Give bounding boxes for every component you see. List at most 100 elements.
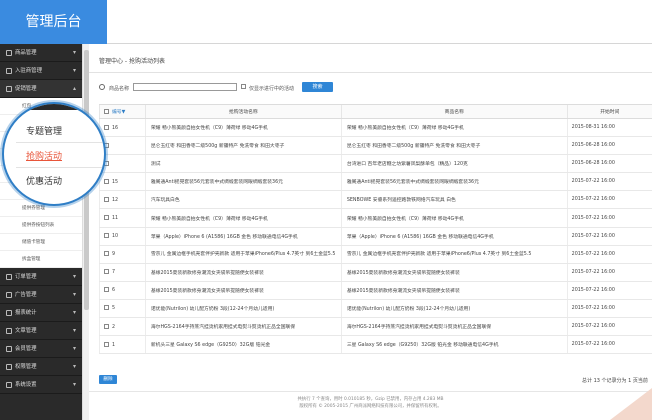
sidebar-item-1[interactable]: 入驻商管理 ▾	[0, 62, 82, 80]
cell-activity-name[interactable]: 苹果（Apple）iPhone 6 (A1586) 16GB 金色 移动联通电信…	[144, 227, 342, 246]
cell-start-time: 2015-06-28 16:00	[566, 136, 652, 156]
cell-activity-name[interactable]: 荣耀 畅小熊美颜自拍女性机（C9）薄荷绿 移动4G手机	[144, 208, 342, 228]
table-row[interactable]: 6 基缘2015夏装新款修身潮流女夹袋吊提随便女装裤装 基缘2015夏装新款修身潮流…	[99, 281, 652, 300]
row-checkbox[interactable]	[104, 251, 109, 257]
cell-start-time: 2015-06-28 16:00	[566, 154, 652, 174]
cell-activity-name[interactable]: 诺优能(Nutrilon) 幼儿配方奶粉 3段(12-24个月幼儿适用)	[144, 299, 342, 319]
lock-icon	[6, 363, 12, 370]
logo[interactable]: 管理后台	[0, 0, 107, 44]
submenu-item-9[interactable]: 拆盒管理	[0, 251, 82, 268]
pagination-info: 总计 13 个记录分为 1 页当前	[582, 378, 648, 384]
row-checkbox[interactable]	[104, 233, 109, 239]
table-row[interactable]: 9 雪京儿 金属边框手机壳套伴护壳新款 适用于苹果iPhone6/Plus 4.7…	[99, 245, 652, 264]
row-checkbox[interactable]	[104, 196, 109, 202]
sidebar-item-b5[interactable]: 权限管理 ▾	[0, 358, 82, 376]
in-progress-checkbox[interactable]	[241, 84, 246, 89]
row-checkbox[interactable]	[104, 178, 109, 184]
sidebar-item-b6[interactable]: 系统设置 ▾	[0, 376, 82, 394]
order-icon	[6, 273, 12, 280]
row-checkbox[interactable]	[104, 124, 109, 130]
sidebar-item-b2[interactable]: 报表统计 ▾	[0, 304, 82, 322]
cell-id: 7	[99, 263, 146, 282]
zoom-magnifier: 专题管理 抢购活动 优惠活动	[2, 102, 106, 206]
chevron-down-icon: ▾	[72, 327, 76, 334]
cell-activity-name[interactable]: 新机头三星 Galaxy S6 edge（G9250）32G版 铂光金	[144, 335, 342, 355]
row-checkbox[interactable]	[104, 287, 109, 293]
row-checkbox[interactable]	[104, 269, 109, 275]
table-row[interactable]: 5 诺优能(Nutrilon) 幼儿配方奶粉 3段(12-24个月幼儿适用) 诺优能…	[99, 299, 652, 319]
cell-activity-name[interactable]: 雪京儿 金属边框手机壳套伴护壳新款 适用于苹果iPhone6/Plus 4.7英…	[144, 245, 342, 264]
cell-activity-name[interactable]: 测试	[144, 154, 342, 174]
chevron-down-icon: ▾	[72, 381, 76, 388]
header-id[interactable]: 编号▼	[99, 104, 146, 119]
chevron-down-icon: ▾	[72, 273, 76, 280]
cell-product-name: 荣耀 畅小熊美颜自拍女性机（C9）薄荷绿 移动4G手机	[340, 208, 568, 228]
top-header: 管理后台	[0, 0, 652, 44]
sidebar-item-0[interactable]: 商品管理 ▾	[0, 44, 82, 62]
table-row[interactable]: 11 荣耀 畅小熊美颜自拍女性机（C9）薄荷绿 移动4G手机 荣耀 畅小熊美颜自拍女…	[99, 208, 652, 228]
cell-id: 5	[99, 299, 146, 319]
cell-id	[99, 154, 146, 174]
table-row[interactable]: 2 海尔HGS-2164手持蒸汽挂烫机家用挂式电熨斗熨烫机正品全国联保 海尔HGS-…	[99, 317, 652, 337]
cell-id: 2	[99, 317, 146, 337]
submenu-item-8[interactable]: 储值卡管理	[0, 234, 82, 251]
magnifier-item-flash-sale[interactable]: 抢购活动	[26, 149, 62, 162]
row-checkbox[interactable]	[104, 215, 109, 221]
table-row[interactable]: 测试 台湾进口 百年老店糖之坊紫薯凤梨酥单包（精品）120克 2015-06-28 …	[99, 154, 652, 174]
cell-activity-name[interactable]: 基缘2015夏装新款修身潮流女夹袋吊提随便女装裤装	[144, 281, 342, 300]
sidebar-item-label: 广告管理	[15, 292, 37, 298]
sidebar-item-2[interactable]: 促销管理 ▴	[0, 80, 82, 98]
cell-activity-name[interactable]: 荣耀 畅小熊美颜自拍女性机（C9）薄荷绿 移动4G手机	[144, 118, 342, 138]
cell-id: 6	[99, 281, 146, 300]
sidebar-item-label: 文章管理	[15, 328, 37, 334]
search-icon	[99, 84, 105, 90]
cell-start-time: 2015-07-22 16:00	[566, 190, 652, 210]
cell-id: 11	[99, 208, 146, 228]
table-row[interactable]: 1 新机头三星 Galaxy S6 edge（G9250）32G版 铂光金 三星 G…	[99, 335, 652, 355]
cell-product-name: SENBOWE 安睿系列遥控路敦铁网络汽车玩具 白色	[340, 190, 568, 210]
table-row[interactable]: 7 基缘2015夏装新款修身潮流女夹袋吊提随便女装裤装 基缘2015夏装新款修身潮流…	[99, 263, 652, 282]
cell-product-name: 诺优能(Nutrilon) 幼儿配方奶粉 3段(12-24个月幼儿适用)	[340, 299, 568, 319]
select-all-checkbox[interactable]	[104, 109, 109, 114]
cell-product-name: 台湾进口 百年老店糖之坊紫薯凤梨酥单包（精品）120克	[340, 154, 568, 174]
row-checkbox[interactable]	[104, 341, 109, 347]
cell-activity-name[interactable]: 雅阁通Anti摇晃套装56元套装中式绸缎套装网眼绸缎套装36元	[144, 172, 342, 192]
cell-product-name: 海尔HGS-2164手持蒸汽挂烫机家用挂式电熨斗熨烫机正品全国联保	[340, 317, 568, 337]
cell-activity-name[interactable]: 海尔HGS-2164手持蒸汽挂烫机家用挂式电熨斗熨烫机正品全国联保	[144, 317, 342, 337]
search-button[interactable]: 搜索	[302, 82, 333, 92]
sidebar: 商品管理▾入驻商管理▾促销管理▴红包专题管理抢购活动优惠活动积分积分兑换商品提供…	[0, 44, 82, 420]
cell-start-time: 2015-07-22 16:00	[566, 208, 652, 228]
sidebar-item-b4[interactable]: 会员管理 ▾	[0, 340, 82, 358]
sidebar-item-b0[interactable]: 订单管理 ▾	[0, 268, 82, 286]
row-checkbox[interactable]	[104, 305, 109, 311]
table-row[interactable]: 16 荣耀 畅小熊美颜自拍女性机（C9）薄荷绿 移动4G手机 荣耀 畅小熊美颜自拍女…	[99, 118, 652, 138]
table-row[interactable]: 15 雅阁通Anti摇晃套装56元套装中式绸缎套装网眼绸缎套装36元 雅阁通Anti…	[99, 172, 652, 192]
sidebar-item-b1[interactable]: 广告管理 ▾	[0, 286, 82, 304]
chevron-down-icon: ▾	[72, 363, 76, 370]
header-activity-name[interactable]: 抢购活动名称	[144, 104, 342, 119]
magnifier-item-discount[interactable]: 优惠活动	[26, 174, 62, 187]
cell-activity-name[interactable]: 基缘2015夏装新款修身潮流女夹袋吊提随便女装裤装	[144, 263, 342, 282]
row-checkbox[interactable]	[104, 323, 109, 329]
sidebar-item-label: 入驻商管理	[15, 68, 42, 74]
sidebar-item-label: 会员管理	[15, 346, 37, 352]
delete-button[interactable]: 删除	[99, 375, 117, 384]
sidebar-scrollbar[interactable]	[82, 44, 89, 420]
sidebar-item-label: 系统设置	[15, 382, 37, 388]
sidebar-item-label: 报表统计	[15, 310, 37, 316]
ad-icon	[6, 291, 12, 298]
cell-activity-name[interactable]: 昆仑玉红枣 和田香枣二级500g 新疆特产 免洗零食 和田大枣子	[144, 136, 342, 156]
table-row[interactable]: 昆仑玉红枣 和田香枣二级500g 新疆特产 免洗零食 和田大枣子 昆仑玉红枣 和田…	[99, 136, 652, 156]
table-row[interactable]: 12 汽车玩具白色 SENBOWE 安睿系列遥控路敦铁网络汽车玩具 白色 2015-0…	[99, 190, 652, 210]
header-start-time[interactable]: 开始时间	[566, 104, 652, 119]
cell-id: 10	[99, 227, 146, 246]
cell-product-name: 基缘2015夏装新款修身潮流女夹袋吊提随便女装裤装	[340, 281, 568, 300]
cell-activity-name[interactable]: 汽车玩具白色	[144, 190, 342, 210]
magnifier-item-topic[interactable]: 专题管理	[26, 124, 62, 137]
sidebar-item-b3[interactable]: 文章管理 ▾	[0, 322, 82, 340]
table-row[interactable]: 10 苹果（Apple）iPhone 6 (A1586) 16GB 金色 移动联通…	[99, 227, 652, 246]
submenu-item-7[interactable]: 提供券按钮列表	[0, 217, 82, 234]
sort-desc-icon: ▼	[121, 110, 126, 115]
header-product-name[interactable]: 商品名称	[340, 104, 568, 119]
product-name-input[interactable]	[133, 83, 237, 91]
